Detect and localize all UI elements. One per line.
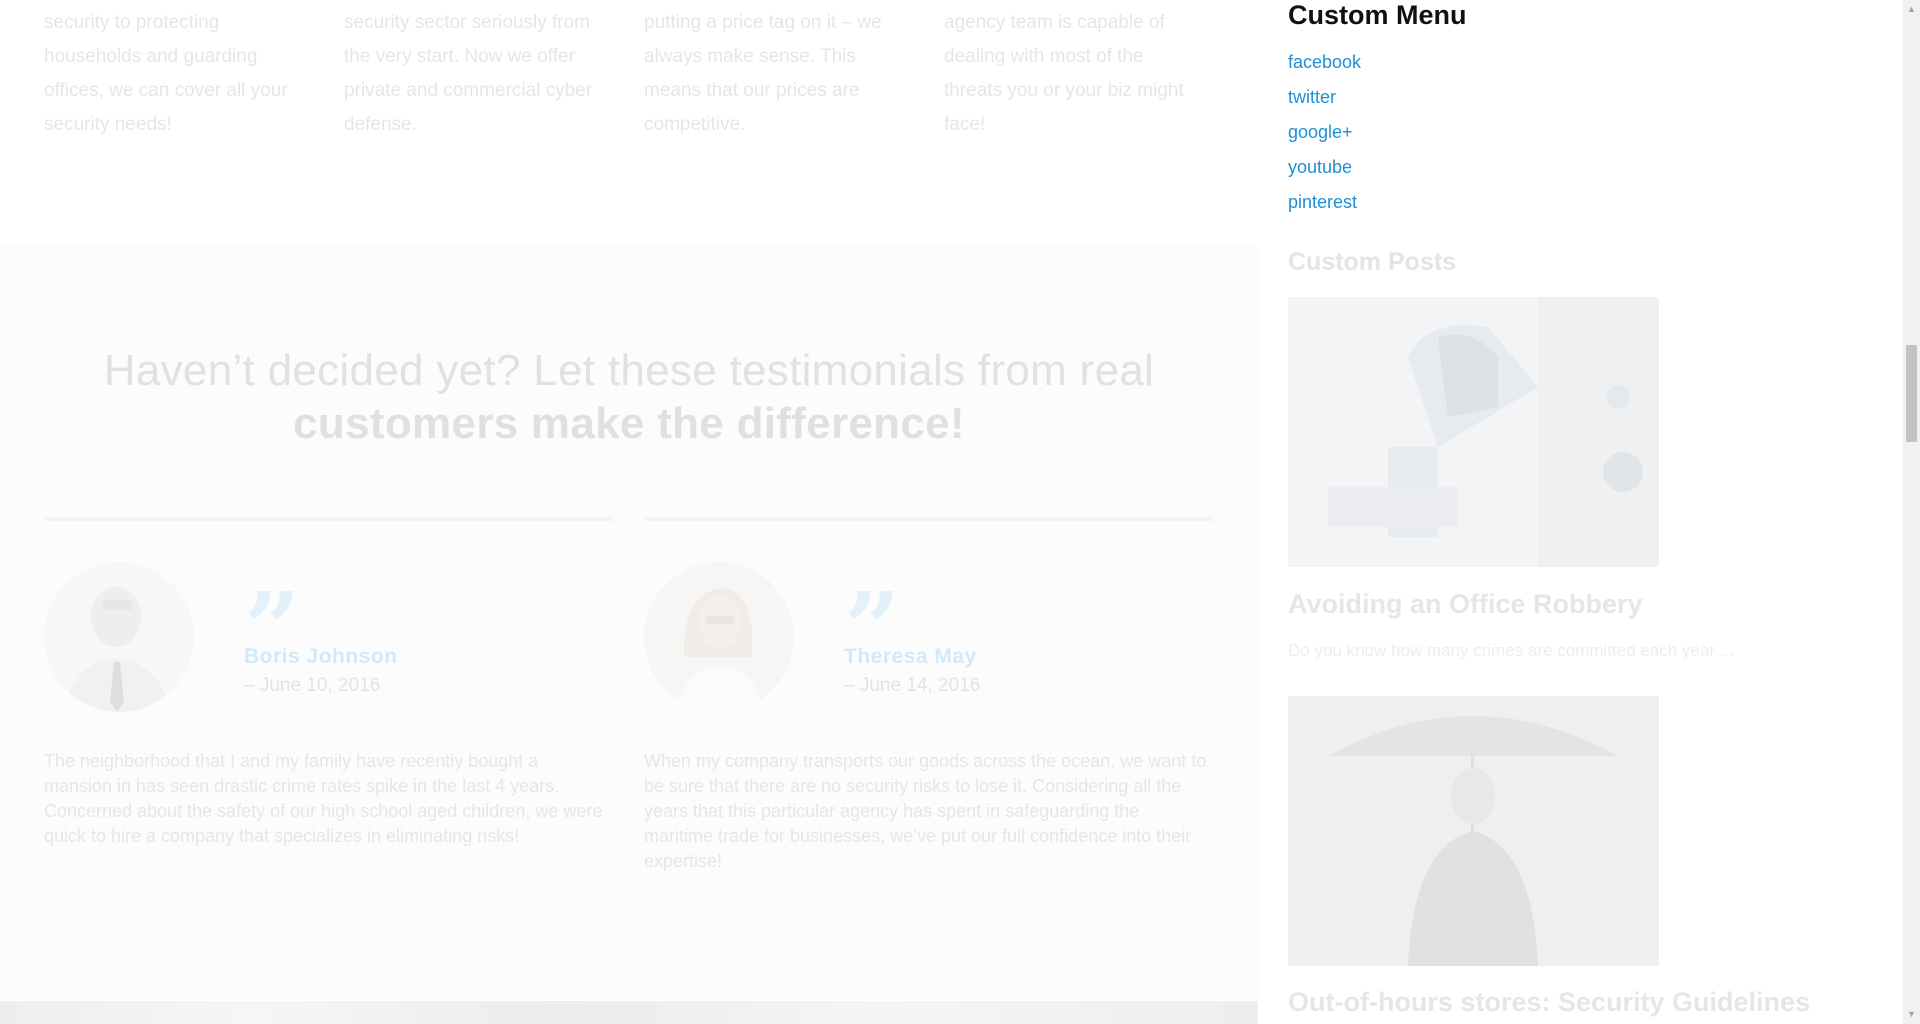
main-content: security to protecting households and gu… [0, 0, 1258, 1024]
post-thumbnail[interactable] [1288, 297, 1659, 567]
scroll-down-icon[interactable]: ▼ [1906, 1007, 1917, 1022]
avatar [44, 562, 194, 712]
menu-link-youtube[interactable]: youtube [1288, 157, 1352, 178]
headline-light: Haven’t decided yet? Let these testimoni… [103, 346, 1155, 395]
woman-portrait-icon [644, 562, 794, 712]
scroll-up-icon[interactable]: ▲ [1906, 2, 1917, 17]
testimonial-date: – June 10, 2016 [244, 675, 381, 696]
quote-icon: ” [244, 581, 300, 635]
post-title[interactable]: Out-of-hours stores: Security Guidelines [1288, 987, 1810, 1018]
man-portrait-icon [44, 562, 194, 712]
testimonial-author: Boris Johnson [244, 645, 398, 668]
menu-link-pinterest[interactable]: pinterest [1288, 192, 1357, 213]
scrollbar-thumb[interactable] [1906, 345, 1917, 442]
testimonial-card: ” Boris Johnson – June 10, 2016 The neig… [44, 517, 614, 877]
man-with-umbrella-icon [1288, 696, 1659, 966]
post-thumbnail[interactable] [1288, 696, 1659, 966]
post-title[interactable]: Avoiding an Office Robbery [1288, 589, 1643, 620]
testimonials-headline: Haven’t decided yet? Let these testimoni… [0, 344, 1258, 450]
custom-posts-title: Custom Posts [1288, 248, 1457, 276]
quote-icon: ” [844, 581, 900, 635]
menu-link-facebook[interactable]: facebook [1288, 52, 1361, 73]
card-divider [644, 517, 1214, 521]
next-section-strip [0, 1001, 1258, 1024]
sidebar: Custom Menu facebook twitter google+ you… [1258, 0, 1900, 1024]
post-excerpt: Do you know how many crimes are committe… [1288, 641, 1734, 660]
feature-text: security sector seriously from the very … [344, 12, 593, 135]
testimonial-card: ” Theresa May – June 14, 2016 When my co… [644, 517, 1214, 877]
custom-menu-title: Custom Menu [1288, 0, 1467, 30]
testimonial-text: The neighborhood that I and my family ha… [44, 751, 603, 846]
testimonial-date: – June 14, 2016 [844, 675, 981, 696]
card-divider [44, 517, 614, 521]
menu-link-google-plus[interactable]: google+ [1288, 122, 1353, 143]
testimonial-text: When my company transports our goods acr… [644, 751, 1207, 871]
avatar [644, 562, 794, 712]
scrollbar[interactable]: ▲ ▼ [1903, 0, 1920, 1024]
menu-link-twitter[interactable]: twitter [1288, 87, 1336, 108]
headline-bold: customers make the difference! [293, 399, 965, 448]
testimonial-author: Theresa May [844, 645, 977, 668]
feature-text: security to protecting households and gu… [44, 12, 288, 135]
feature-text: agency team is capable of dealing with m… [944, 12, 1184, 135]
security-camera-icon [1288, 297, 1659, 567]
feature-text: putting a price tag on it – we always ma… [644, 12, 882, 135]
